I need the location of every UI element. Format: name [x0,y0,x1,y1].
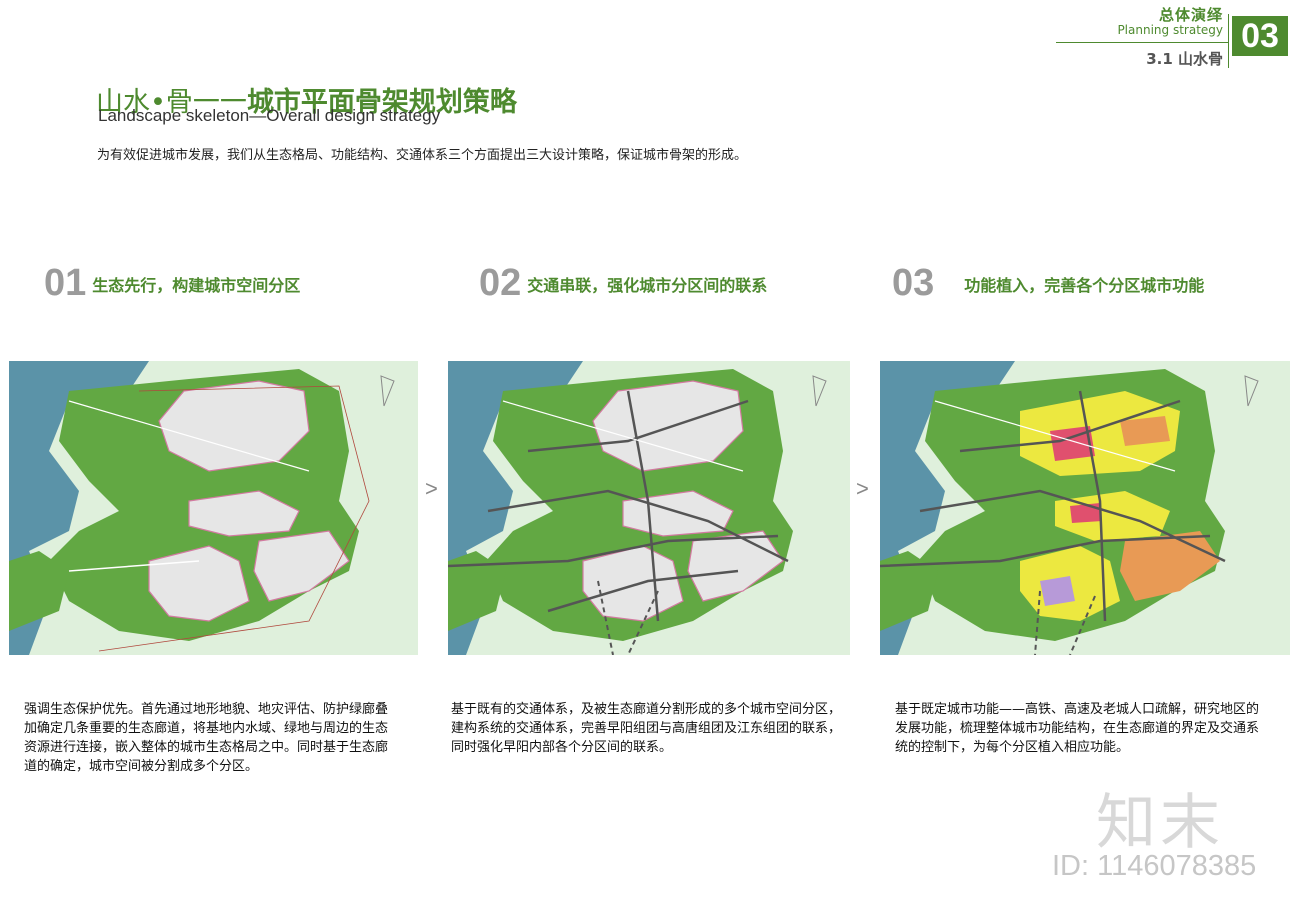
step-description-2: 基于既有的交通体系，及被生态廊道分割形成的多个城市空间分区，建构系统的交通体系，… [451,702,842,755]
chapter-number-badge: 03 [1232,16,1288,56]
step-heading-1: 01 生态先行，构建城市空间分区 [44,262,300,305]
step-number: 01 [44,262,87,304]
flow-arrow-1: > [425,476,438,501]
step-title: 功能植入，完善各个分区城市功能 [964,275,1205,295]
step-heading-2: 02 交通串联，强化城市分区间的联系 [479,262,767,305]
header-divider [1056,42,1228,43]
watermark-id: ID: 1146078385 [1052,850,1257,882]
step-number: 03 [892,262,935,304]
page-subtitle-en: Landscape skeleton—Overall design strate… [98,106,441,125]
section-title-cn: 总体演绎 [1158,6,1223,24]
map-ecology [9,361,418,655]
section-title-en: Planning strategy [1117,23,1223,37]
map-transport [448,361,850,655]
step-number: 02 [479,262,522,304]
map-function [880,361,1290,655]
step-description-3: 基于既定城市功能——高铁、高速及老城人口疏解，研究地区的发展功能，梳理整体城市功… [895,702,1260,755]
step-title: 交通串联，强化城市分区间的联系 [527,275,768,295]
header-vertical-divider [1228,14,1229,68]
step-heading-3: 03 功能植入，完善各个分区城市功能 [892,262,1204,305]
flow-arrow-2: > [856,476,869,501]
step-description-1: 强调生态保护优先。首先通过地形地貌、地灾评估、防护绿廊叠加确定几条重要的生态廊道… [24,702,389,774]
step-title: 生态先行，构建城市空间分区 [92,275,301,295]
subsection-label: 3.1 山水骨 [1146,50,1223,68]
watermark-logo: 知末 [1096,788,1224,858]
intro-text: 为有效促进城市发展，我们从生态格局、功能结构、交通体系三个方面提出三大设计策略，… [97,148,748,163]
